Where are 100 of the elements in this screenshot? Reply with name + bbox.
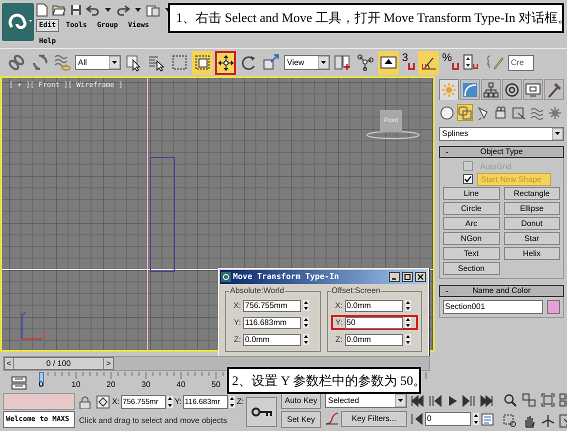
object-type-button[interactable]: NGon [443,232,500,245]
caret-icon[interactable] [134,6,142,14]
spinner-icon[interactable] [404,300,410,311]
snap-toggle-button[interactable]: % [441,52,460,74]
object-type-button[interactable]: Star [504,232,560,245]
spinner-icon[interactable] [404,334,410,345]
go-to-end-icon[interactable] [479,394,493,408]
manipulator-icon [356,54,374,72]
field-label: Z: [334,334,342,346]
dashed-rectangle-icon [170,54,188,72]
script-output-field[interactable] [3,393,75,410]
input-field[interactable]: 50 [344,316,402,328]
previous-frame-button[interactable]: < [5,358,14,369]
object-type-button[interactable]: Circle [443,202,500,215]
category-button[interactable] [439,104,455,121]
checkbox[interactable] [463,174,473,184]
spinner-icon[interactable] [303,334,309,345]
frame-counter: 0 / 100 [45,358,72,369]
color-swatch[interactable] [547,300,560,314]
object-type-button[interactable]: Donut [504,217,560,230]
time-configuration-icon[interactable] [481,412,494,426]
open-folder-icon[interactable] [52,4,66,16]
input-field[interactable]: 0.0mm [344,300,402,312]
wave-icon [54,54,72,72]
input-field[interactable]: 0.0mm [243,334,301,346]
caret-icon[interactable] [109,56,120,69]
ruler-label: 10 [72,380,80,390]
spinner-icon[interactable] [228,396,235,408]
caret-icon[interactable] [104,6,112,14]
maximize-icon[interactable] [402,272,413,282]
next-frame-button[interactable]: > [103,358,113,369]
dropdown[interactable]: Selected [325,393,407,408]
undo-icon[interactable] [86,4,100,16]
save-icon[interactable] [70,4,82,16]
snap-toggle-button[interactable]: 3 [401,52,416,74]
lock-icon[interactable] [79,396,91,408]
minimize-icon[interactable] [389,272,400,282]
object-type-button[interactable]: Arc [443,217,500,230]
object-type-button[interactable]: Ellipse [504,202,560,215]
dropdown-value: Selected [327,395,360,407]
panel-tab[interactable] [481,79,501,100]
object-type-button[interactable]: Helix [504,247,560,260]
object-type-button[interactable]: Text [443,247,500,260]
time-marker[interactable] [39,372,44,386]
collapse-toggle[interactable]: - [440,147,454,157]
object-type-button[interactable]: Section [443,262,500,275]
isolate-icon[interactable] [96,395,110,409]
zoom-region-icon[interactable] [503,414,517,428]
new-file-icon[interactable] [36,3,48,17]
auto-key-button[interactable]: Auto Key [281,393,321,409]
spinner-icon[interactable] [404,317,410,328]
tool-button[interactable] [192,50,213,74]
collapse-toggle[interactable]: - [440,286,454,296]
dropdown[interactable]: Splines [439,127,564,141]
orbit-icon[interactable] [540,414,554,428]
zoom-all-icon[interactable] [522,393,536,407]
caret-icon[interactable] [318,56,329,69]
tool-button[interactable] [418,50,440,74]
close-icon[interactable] [415,272,426,282]
tool-button[interactable] [378,50,399,74]
tangent-icon[interactable] [325,412,339,426]
key-filters-button[interactable]: Key Filters... [341,410,407,426]
input-field[interactable]: Cre [508,54,534,70]
set-key-mode-button[interactable] [246,397,277,427]
viewcube-ring[interactable] [366,130,420,140]
logo-icon[interactable] [2,3,34,41]
panel-tab[interactable] [502,79,522,100]
next-key-icon[interactable] [462,394,476,408]
category-button[interactable] [457,104,473,121]
caret-icon[interactable] [552,128,563,140]
time-slider-thumb[interactable]: < 0 / 100 > [4,357,114,370]
dropdown[interactable]: All [75,55,121,70]
rollout-title[interactable]: Object Type [454,147,563,157]
panel-tab[interactable] [523,79,543,100]
tool-button[interactable] [215,50,236,74]
spinner-icon[interactable] [166,396,173,408]
input-field[interactable]: 0.0mm [344,334,402,346]
object-type-button[interactable]: Line [443,187,500,200]
go-to-start-icon[interactable] [411,394,425,408]
input-field[interactable]: 756.755mm [243,300,301,312]
spinner-icon[interactable] [303,300,309,311]
zoom-icon[interactable] [503,393,517,407]
spinner-icon[interactable] [303,317,309,328]
curve-editor-icon[interactable] [11,376,27,390]
input-field[interactable]: 116.683mm [243,316,301,328]
caret-icon[interactable] [395,394,406,407]
input-field[interactable]: Section001 [443,300,543,314]
redo-icon[interactable] [116,4,130,16]
input-field[interactable]: 0 [425,412,471,426]
dropdown[interactable]: View [284,55,330,70]
zoom-extents-icon[interactable] [540,393,554,407]
panel-tab[interactable] [544,79,564,100]
edit-selection-icon [486,54,504,72]
object-type-button[interactable]: Rectangle [504,187,560,200]
set-key-button[interactable]: Set Key [281,411,321,428]
spinner-icon[interactable] [473,413,479,425]
rollout-title[interactable]: Name and Color [454,286,563,296]
key-mode-icon[interactable] [411,413,423,425]
previous-key-icon[interactable] [428,394,442,408]
project-folder-icon[interactable] [146,4,160,16]
